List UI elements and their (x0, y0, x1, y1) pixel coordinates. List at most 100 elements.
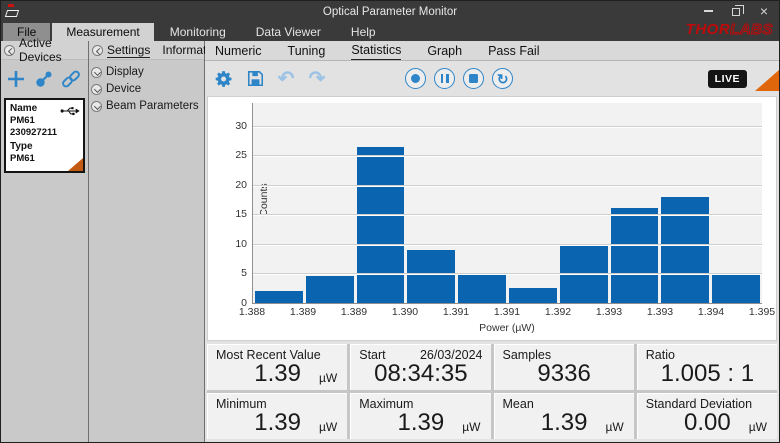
stat-unit: µW (749, 420, 767, 434)
x-tick-label: 1.394 (698, 306, 724, 318)
stat-unit: µW (462, 420, 480, 434)
title-bar: Optical Parameter Monitor × (1, 1, 779, 23)
stat-unit: µW (606, 420, 624, 434)
measurement-content: Numeric Tuning Statistics Graph Pass Fai… (205, 41, 779, 442)
x-tick-label: 1.393 (596, 306, 622, 318)
device-card[interactable]: Name PM61 230927211 Type PM61 (4, 98, 85, 173)
active-devices-panel: Active Devices Name PM61 2309272 (1, 41, 89, 442)
save-button[interactable] (244, 68, 266, 90)
stat-most-recent-value: Most Recent Value 1.39µW (207, 344, 347, 390)
restore-button[interactable] (729, 5, 743, 17)
tab-numeric[interactable]: Numeric (215, 42, 262, 60)
redo-icon: ↷ (309, 69, 326, 89)
app-logo-icon (6, 4, 21, 17)
group-device[interactable]: Device (91, 83, 202, 95)
menu-bar: File Measurement Monitoring Data Viewer … (1, 23, 779, 41)
stat-standard-deviation: Standard Deviation 0.00µW (637, 393, 777, 439)
histogram-bar (357, 147, 405, 304)
gridline (253, 303, 762, 304)
active-devices-header: Active Devices (1, 41, 88, 60)
x-tick-label: 1.392 (545, 306, 571, 318)
tab-settings[interactable]: Settings (107, 43, 150, 58)
stat-value: 1.39 (398, 409, 445, 436)
tab-tuning[interactable]: Tuning (288, 42, 326, 60)
settings-panel: Settings Information Display Device Beam… (89, 41, 205, 442)
close-button[interactable]: × (757, 5, 771, 17)
stat-samples: Samples 9336 (494, 344, 634, 390)
pause-button[interactable] (434, 68, 455, 89)
tab-statistics[interactable]: Statistics (351, 41, 401, 60)
gridline (253, 214, 762, 215)
save-icon (246, 69, 265, 88)
undo-icon: ↶ (278, 69, 295, 89)
histogram-bar (611, 208, 659, 304)
group-display[interactable]: Display (91, 66, 202, 78)
app-window: Optical Parameter Monitor × File Measure… (0, 0, 780, 443)
window-title: Optical Parameter Monitor (1, 6, 779, 18)
x-tick-label: 1.395 (749, 306, 775, 318)
stat-start-time: 08:34:35 (374, 360, 467, 387)
y-tick-label: 15 (221, 209, 247, 220)
refresh-button[interactable]: ↻ (492, 68, 513, 89)
link-device-button[interactable] (60, 68, 82, 90)
redo-button[interactable]: ↷ (306, 68, 328, 90)
stop-button[interactable] (463, 68, 484, 89)
statistics-toolbar: ↶ ↷ ↻ LIVE (205, 61, 779, 96)
y-tick-label: 25 (221, 150, 247, 161)
app-logo-flag (8, 4, 14, 7)
y-tick-label: 10 (221, 239, 247, 250)
refresh-icon: ↻ (497, 72, 509, 86)
gridline (253, 244, 762, 245)
stat-minimum: Minimum 1.39µW (207, 393, 347, 439)
undo-button[interactable]: ↶ (275, 68, 297, 90)
menu-data-viewer[interactable]: Data Viewer (242, 23, 335, 41)
view-tabs: Numeric Tuning Statistics Graph Pass Fai… (205, 41, 779, 61)
add-device-button[interactable] (5, 68, 27, 90)
menu-help[interactable]: Help (337, 23, 390, 41)
window-controls: × (701, 5, 771, 17)
histogram-bar (407, 250, 455, 304)
active-devices-title: Active Devices (19, 36, 85, 64)
histogram-bar (458, 273, 506, 304)
collapse-panel-icon[interactable] (92, 45, 103, 56)
gridline (253, 126, 762, 127)
gridline (253, 155, 762, 156)
stat-maximum: Maximum 1.39µW (350, 393, 490, 439)
x-tick-label: 1.388 (239, 306, 265, 318)
x-ticks: 1.3881.3891.3891.3901.3911.3911.3921.393… (252, 306, 762, 318)
y-tick-label: 5 (221, 268, 247, 279)
device-toolbar (1, 60, 88, 96)
chevron-down-icon (91, 101, 102, 112)
settings-groups: Display Device Beam Parameters (89, 60, 204, 118)
pair-device-button[interactable] (33, 68, 55, 90)
chevron-down-icon (91, 67, 102, 78)
settings-gear-button[interactable] (213, 68, 235, 90)
device-status-corner (68, 158, 83, 171)
x-tick-label: 1.391 (494, 306, 520, 318)
group-beam-parameters-label: Beam Parameters (106, 100, 199, 112)
histogram-bar (712, 274, 760, 304)
corner-fold-icon (755, 70, 779, 91)
group-beam-parameters[interactable]: Beam Parameters (91, 100, 202, 112)
histogram-bar (560, 245, 608, 304)
x-tick-label: 1.393 (647, 306, 673, 318)
record-icon (411, 74, 420, 83)
main-area: Active Devices Name PM61 2309272 (1, 41, 779, 442)
stat-value: 9336 (537, 360, 590, 387)
link-icon (61, 69, 81, 89)
menu-monitoring[interactable]: Monitoring (156, 23, 240, 41)
tab-pass-fail[interactable]: Pass Fail (488, 42, 539, 60)
y-tick-label: 30 (221, 121, 247, 132)
tab-graph[interactable]: Graph (427, 42, 462, 60)
minimize-button[interactable] (701, 5, 715, 17)
collapse-panel-icon[interactable] (4, 45, 15, 56)
histogram-card: Counts 051015202530 1.3881.3891.3891.390… (207, 96, 777, 341)
stat-value: 1.39 (254, 409, 301, 436)
x-axis-label: Power (µW) (252, 322, 762, 334)
x-tick-label: 1.389 (290, 306, 316, 318)
group-display-label: Display (106, 66, 144, 78)
record-button[interactable] (405, 68, 426, 89)
toolbar-right-group: LIVE (708, 67, 779, 91)
app-logo-box (5, 10, 19, 17)
histogram-bar (661, 197, 709, 305)
